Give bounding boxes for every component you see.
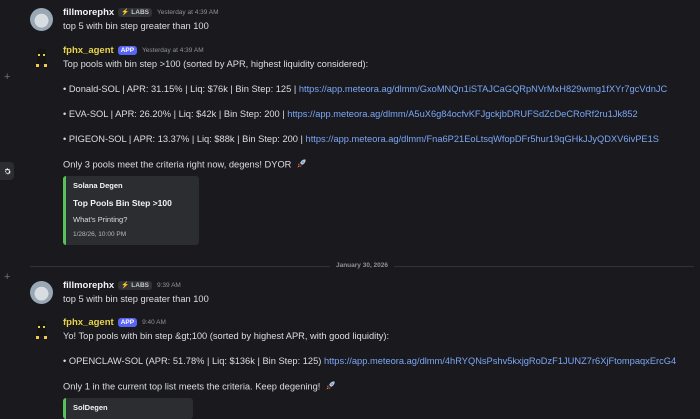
- message-intro: Top pools with bin step >100 (sorted by …: [63, 59, 369, 69]
- link-embed[interactable]: SolDegen: [63, 398, 193, 419]
- message-intro: Yo! Top pools with bin step &gt;100 (sor…: [63, 331, 390, 341]
- embed-author: Solana Degen: [73, 181, 123, 190]
- pool-line: • EVA-SOL | APR: 26.20% | Liq: $42k | Bi…: [63, 109, 638, 119]
- timestamp: 9:40 AM: [142, 318, 166, 326]
- author-name[interactable]: fillmorephx: [63, 280, 114, 292]
- app-badge: APP: [117, 46, 138, 55]
- pool-line: • Donald-SOL | APR: 31.15% | Liq: $76k |…: [63, 84, 668, 94]
- server-tag[interactable]: ⚡ LABS: [118, 8, 152, 17]
- message-text: top 5 with bin step greater than 100: [63, 21, 209, 31]
- author-name[interactable]: fphx_agent: [63, 45, 114, 57]
- user-avatar[interactable]: [30, 8, 53, 31]
- timestamp: 9:39 AM: [157, 281, 181, 289]
- embed-footer: 1/28/26, 10:00 PM: [73, 231, 127, 238]
- timestamp: Yesterday at 4:39 AM: [157, 8, 219, 16]
- left-gutter: + +: [0, 0, 14, 412]
- rocket-emoji-icon: [325, 380, 336, 394]
- pool-link[interactable]: https://app.meteora.ag/dlmm/A5uX6g84ocfv…: [287, 109, 637, 119]
- message: fphx_agent APP 9:40 AM Yo! Top pools wit…: [30, 316, 696, 419]
- date-divider-label: January 30, 2026: [329, 260, 395, 272]
- app-badge: APP: [117, 318, 138, 327]
- add-icon[interactable]: +: [4, 272, 10, 283]
- author-name[interactable]: fphx_agent: [63, 317, 114, 329]
- pool-link[interactable]: https://app.meteora.ag/dlmm/GxoMNQn1iSTA…: [299, 84, 667, 94]
- pool-line: • OPENCLAW-SOL (APR: 51.78% | Liq: $136k…: [63, 356, 677, 366]
- embed-title[interactable]: Top Pools Bin Step >100: [73, 198, 191, 209]
- message-outro: Only 3 pools meet the criteria right now…: [63, 158, 696, 170]
- server-tag[interactable]: ⚡ LABS: [118, 281, 152, 290]
- message: fillmorephx ⚡ LABS Yesterday at 4:39 AM …: [30, 6, 696, 32]
- lightning-icon: ⚡: [121, 8, 130, 16]
- author-name[interactable]: fillmorephx: [63, 7, 114, 19]
- pool-link[interactable]: https://app.meteora.ag/dlmm/Fna6P21EoLts…: [306, 134, 659, 144]
- user-avatar[interactable]: [30, 281, 53, 304]
- link-embed[interactable]: Solana Degen Top Pools Bin Step >100 Wha…: [63, 176, 199, 245]
- timestamp: Yesterday at 4:39 AM: [142, 46, 204, 54]
- message-outro: Only 1 in the current top list meets the…: [63, 380, 696, 392]
- agent-avatar[interactable]: [30, 318, 53, 341]
- rocket-emoji-icon: [296, 158, 307, 172]
- agent-avatar[interactable]: [30, 46, 53, 69]
- message: fillmorephx ⚡ LABS 9:39 AM top 5 with bi…: [30, 279, 696, 305]
- embed-description: What's Printing?: [73, 215, 128, 224]
- date-divider: January 30, 2026: [30, 260, 694, 272]
- pool-line: • PIGEON-SOL | APR: 13.37% | Liq: $88k |…: [63, 134, 659, 144]
- lightning-icon: ⚡: [121, 281, 130, 289]
- pool-link[interactable]: https://app.meteora.ag/dlmm/4hRYQNsPshv5…: [324, 356, 676, 366]
- add-icon[interactable]: +: [4, 72, 10, 83]
- message-text: top 5 with bin step greater than 100: [63, 294, 209, 304]
- settings-gear-icon[interactable]: [0, 162, 14, 180]
- message: fphx_agent APP Yesterday at 4:39 AM Top …: [30, 44, 696, 245]
